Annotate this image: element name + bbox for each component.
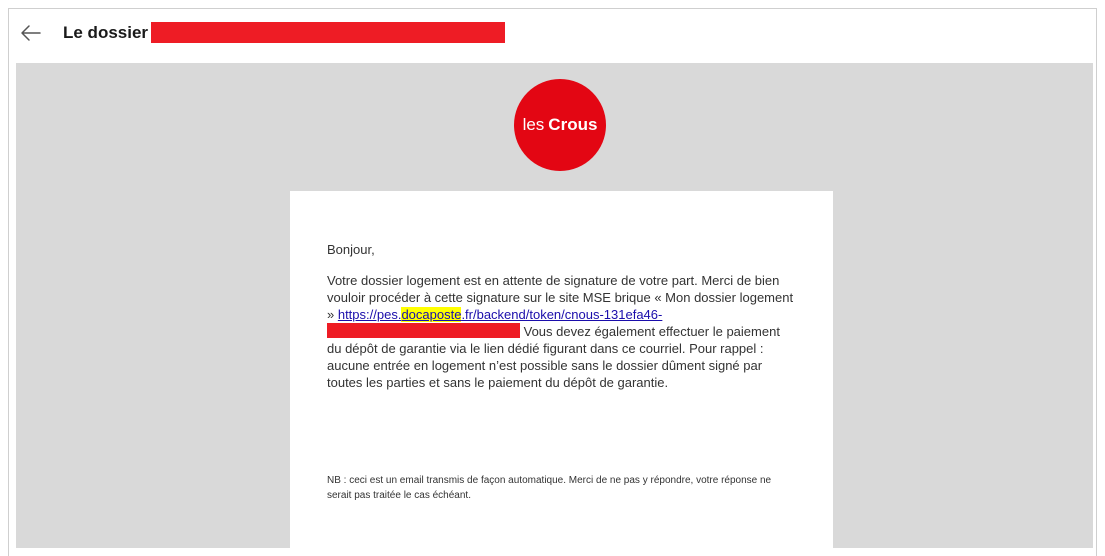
email-content: Bonjour, Votre dossier logement est en a… xyxy=(327,241,797,391)
title-text: Le dossier xyxy=(63,22,149,42)
email-body-background: les Crous Bonjour, Votre dossier logement… xyxy=(16,63,1093,548)
arrow-left-icon xyxy=(21,25,41,41)
logo-brand: Crous xyxy=(548,115,598,134)
signature-link[interactable]: https://pes.docaposte.fr/backend/token/c… xyxy=(337,307,663,322)
link-highlight: docaposte xyxy=(401,307,462,322)
title-redaction xyxy=(151,22,506,43)
greeting: Bonjour, xyxy=(327,242,375,257)
email-card: Bonjour, Votre dossier logement est en a… xyxy=(290,191,833,548)
logo-prefix: les xyxy=(522,115,545,134)
nb-footer: NB : ceci est un email transmis de façon… xyxy=(327,475,772,501)
email-paragraph: Votre dossier logement est en attente de… xyxy=(327,272,797,391)
back-button[interactable] xyxy=(19,21,43,45)
header-bar: Le dossier xyxy=(9,9,1096,59)
crous-logo: les Crous xyxy=(514,79,606,171)
link-part-1: https://pes. xyxy=(337,307,402,322)
mail-reading-pane: Le dossier les Crous Bonjour, Votre dossi… xyxy=(8,8,1097,556)
page-title: Le dossier xyxy=(63,22,506,43)
link-part-2: .fr/backend/token/cnous-131efa46- xyxy=(461,307,663,322)
link-redaction xyxy=(327,323,520,338)
